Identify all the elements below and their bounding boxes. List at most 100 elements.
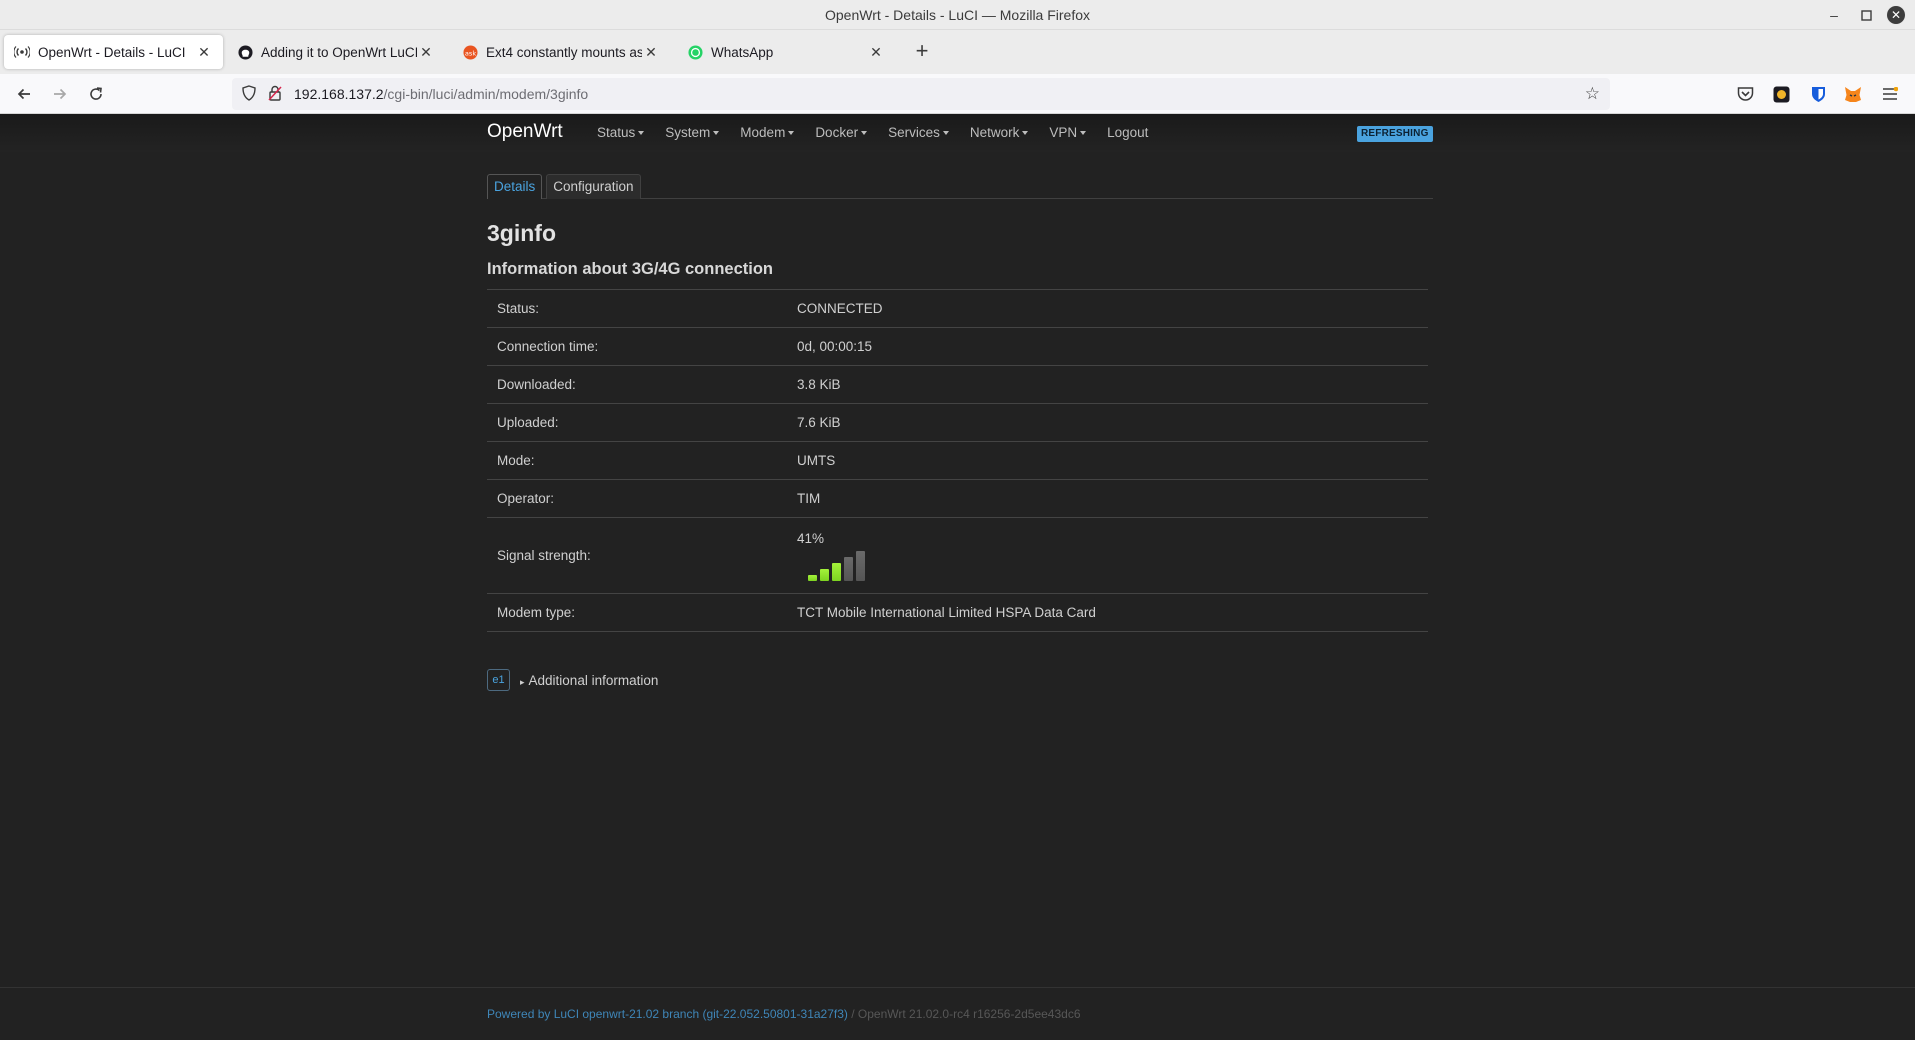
menu-item-status[interactable]: Status (597, 125, 645, 140)
menu-item-system[interactable]: System (665, 125, 720, 140)
row-value: TIM (797, 491, 821, 506)
row-key: Uploaded: (497, 415, 559, 430)
bookmark-star-icon[interactable]: ☆ (1585, 84, 1600, 104)
menu-item-label: Services (888, 125, 940, 140)
browser-tab-openwrt[interactable]: OpenWrt - Details - LuCI ✕ (4, 35, 223, 69)
menu-item-label: System (665, 125, 711, 140)
menu-item-network[interactable]: Network (970, 125, 1029, 140)
row-key: Downloaded: (497, 377, 576, 392)
maximize-icon[interactable] (1856, 5, 1876, 25)
close-tab-icon[interactable]: ✕ (867, 44, 885, 61)
browser-tab-whatsapp[interactable]: WhatsApp ✕ (677, 35, 895, 69)
bitwarden-icon[interactable] (1808, 84, 1828, 104)
pocket-icon[interactable] (1735, 84, 1755, 104)
row-value: 7.6 KiB (797, 415, 841, 430)
table-row-operator: Operator: TIM (487, 480, 1428, 518)
luci-header: OpenWrt Status System Modem Docker Servi… (0, 114, 1915, 152)
browser-tab-github[interactable]: Adding it to OpenWrt LuCI / … ✕ (227, 35, 445, 69)
footer-version: / OpenWrt 21.02.0-rc4 r16256-2d5ee43dc6 (847, 1007, 1081, 1021)
row-value: 0d, 00:00:15 (797, 339, 873, 354)
refreshing-badge[interactable]: REFRESHING (1357, 126, 1433, 142)
menu-item-label: Docker (815, 125, 859, 140)
footer-powered-link[interactable]: Powered by LuCI openwrt-21.02 branch (gi… (487, 1007, 848, 1021)
menu-item-label: Network (969, 125, 1020, 140)
hamburger-menu-icon[interactable] (1880, 84, 1900, 104)
caret-down-icon (1080, 131, 1087, 136)
caret-down-icon (638, 131, 645, 136)
row-key: Operator: (497, 491, 555, 506)
github-icon (237, 44, 253, 60)
insecure-lock-icon[interactable] (268, 85, 284, 103)
close-tab-icon[interactable]: ✕ (642, 44, 660, 61)
caret-down-icon (942, 131, 949, 136)
whatsapp-icon (687, 44, 703, 60)
disclosure-triangle-icon: ▸ (520, 676, 525, 687)
signal-strength-cell: 41% (797, 531, 1428, 581)
tab-details[interactable]: Details (487, 174, 543, 199)
signal-bar (856, 550, 865, 581)
browser-tab-strip: OpenWrt - Details - LuCI ✕ Adding it to … (0, 30, 1915, 74)
table-row-signal-strength: Signal strength: 41% (487, 518, 1428, 594)
tab-title: Adding it to OpenWrt LuCI / … (261, 44, 417, 60)
forward-arrow-icon[interactable] (48, 82, 72, 106)
metamask-fox-icon[interactable] (1843, 84, 1863, 104)
table-row-connection-time: Connection time: 0d, 00:00:15 (487, 328, 1428, 366)
main-menu: Status System Modem Docker Services Netw… (597, 125, 1169, 140)
window-title: OpenWrt - Details - LuCI — Mozilla Firef… (824, 7, 1091, 23)
menu-item-label: Status (597, 125, 636, 140)
minimize-icon[interactable]: – (1824, 5, 1844, 25)
svg-text:ask: ask (464, 49, 475, 57)
menu-item-docker[interactable]: Docker (815, 125, 868, 140)
url-path: /cgi-bin/luci/admin/modem/3ginfo (383, 86, 589, 102)
browser-tab-askubuntu[interactable]: ask Ext4 constantly mounts as r… ✕ (452, 35, 670, 69)
caret-down-icon (861, 131, 868, 136)
signal-percent: 41% (797, 530, 825, 546)
brand-logo[interactable]: OpenWrt (487, 121, 563, 143)
additional-info-label: Additional information (528, 672, 659, 688)
row-key: Signal strength: (497, 548, 591, 563)
page-title: 3ginfo (487, 220, 556, 246)
page-footer: Powered by LuCI openwrt-21.02 branch (gi… (0, 987, 1915, 1040)
table-row-modem-type: Modem type: TCT Mobile International Lim… (487, 594, 1428, 632)
additional-info-row: e1 ▸ Additional information (487, 669, 658, 691)
table-row-mode: Mode: UMTS (487, 442, 1428, 480)
menu-item-logout[interactable]: Logout (1107, 125, 1148, 140)
row-key: Mode: (497, 453, 535, 468)
browser-navigation-bar: 192.168.137.2/cgi-bin/luci/admin/modem/3… (0, 74, 1915, 114)
menu-item-label: Modem (740, 125, 786, 140)
menu-item-label: VPN (1049, 125, 1078, 140)
signal-bars-icon (808, 550, 1428, 581)
menu-item-services[interactable]: Services (888, 125, 949, 140)
close-window-icon[interactable]: ✕ (1886, 5, 1906, 25)
tab-configuration[interactable]: Configuration (546, 174, 641, 199)
section-title: Information about 3G/4G connection (487, 260, 774, 278)
row-value: CONNECTED (797, 301, 883, 316)
tab-title: OpenWrt - Details - LuCI (38, 44, 186, 60)
device-badge: e1 (487, 669, 510, 691)
row-key: Status: (497, 301, 540, 316)
row-value: 3.8 KiB (797, 377, 841, 392)
close-tab-icon[interactable]: ✕ (417, 44, 435, 61)
url-host: 192.168.137.2 (294, 86, 384, 102)
caret-down-icon (713, 131, 720, 136)
caret-down-icon (1022, 131, 1029, 136)
row-key: Connection time: (497, 339, 599, 354)
extension-shield-icon[interactable] (1771, 84, 1791, 104)
row-value: UMTS (797, 453, 836, 468)
menu-item-vpn[interactable]: VPN (1049, 125, 1087, 140)
close-tab-icon[interactable]: ✕ (195, 44, 213, 61)
new-tab-plus-icon[interactable]: + (910, 40, 934, 64)
tracking-shield-icon[interactable] (242, 85, 258, 103)
table-row-downloaded: Downloaded: 3.8 KiB (487, 366, 1428, 404)
menu-item-modem[interactable]: Modem (740, 125, 795, 140)
signal-bar (844, 556, 853, 581)
reload-icon[interactable] (84, 82, 108, 106)
row-value: TCT Mobile International Limited HSPA Da… (797, 605, 1096, 620)
askubuntu-icon: ask (462, 44, 478, 60)
broadcast-icon (14, 44, 30, 60)
signal-bar (832, 562, 841, 581)
additional-info-toggle[interactable]: ▸ Additional information (520, 673, 658, 688)
url-bar[interactable]: 192.168.137.2/cgi-bin/luci/admin/modem/3… (232, 78, 1610, 110)
back-arrow-icon[interactable] (12, 82, 36, 106)
tab-title: WhatsApp (711, 44, 774, 60)
